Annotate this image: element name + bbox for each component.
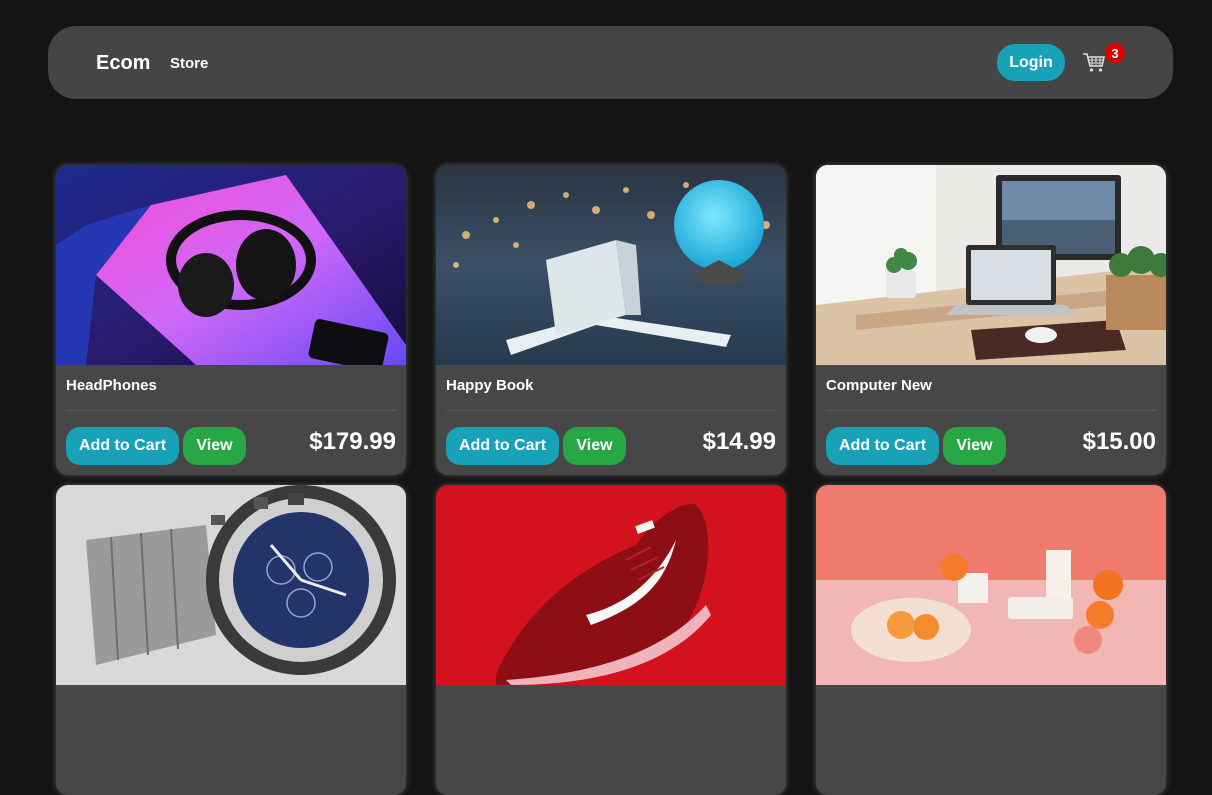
product-price: $14.99 [702,428,776,455]
product-title: HeadPhones [66,377,157,394]
red-sneaker-photo[interactable] [436,485,786,685]
product-card: Happy Book Add to Cart View $14.99 [436,165,786,475]
headphones-photo[interactable] [56,165,406,365]
product-card [56,485,406,795]
navbar: Ecom Store Login 3 [48,26,1173,99]
product-card [816,485,1166,795]
product-price: $15.00 [1082,428,1156,455]
divider [826,410,1156,411]
shopping-cart-icon[interactable] [1082,52,1106,74]
desk-with-computer-photo[interactable] [816,165,1166,365]
login-button[interactable]: Login [997,44,1065,81]
wristwatch-photo[interactable] [56,485,406,685]
view-button[interactable]: View [563,427,626,465]
product-card: Computer New Add to Cart View $15.00 [816,165,1166,475]
product-card: HeadPhones Add to Cart View $179.99 [56,165,406,475]
add-to-cart-button[interactable]: Add to Cart [66,427,179,465]
add-to-cart-button[interactable]: Add to Cart [446,427,559,465]
divider [66,410,396,411]
nav-link-store[interactable]: Store [170,55,208,72]
product-title: Computer New [826,377,932,394]
book-and-moon-lamp-photo[interactable] [436,165,786,365]
grocery-still-life-photo[interactable] [816,485,1166,685]
brand-logo[interactable]: Ecom [96,52,150,75]
view-button[interactable]: View [943,427,1006,465]
cart-count-badge: 3 [1105,43,1125,63]
add-to-cart-button[interactable]: Add to Cart [826,427,939,465]
product-card [436,485,786,795]
product-title: Happy Book [446,377,534,394]
product-price: $179.99 [309,428,396,455]
view-button[interactable]: View [183,427,246,465]
divider [446,410,776,411]
